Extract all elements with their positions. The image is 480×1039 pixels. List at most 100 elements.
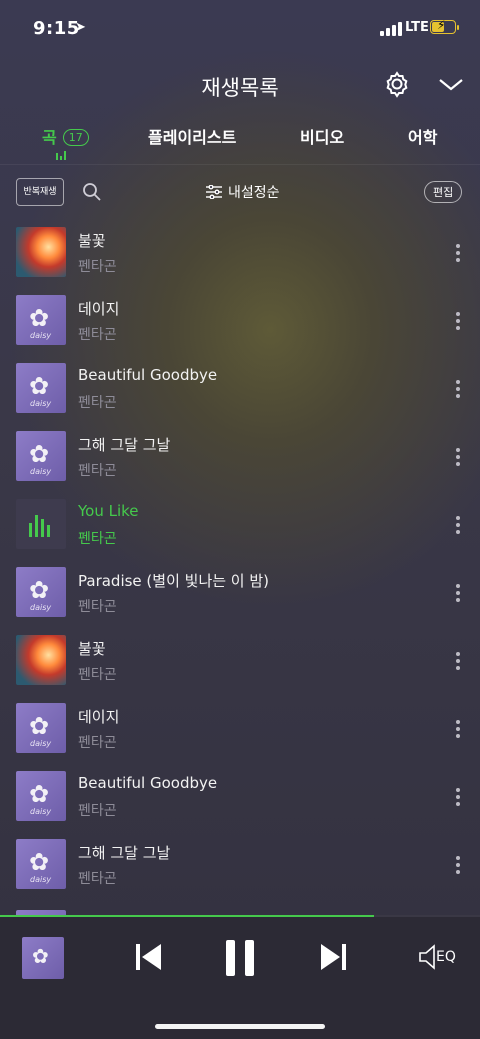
daisy-icon: ✿	[29, 712, 50, 740]
progress-bar[interactable]	[0, 915, 375, 917]
song-title: You Like	[78, 502, 139, 520]
tab-videos[interactable]: 비디오	[300, 124, 344, 148]
album-art: ✿ daisy	[16, 703, 66, 753]
song-artist: 펜타곤	[78, 735, 117, 751]
song-artist: 펜타곤	[78, 803, 117, 819]
sliders-icon	[206, 185, 222, 199]
more-options-icon[interactable]	[456, 720, 460, 738]
song-artist: 펜타곤	[78, 395, 117, 411]
song-title: Beautiful Goodbye	[78, 366, 218, 384]
more-options-icon[interactable]	[456, 584, 460, 602]
song-count-badge: 17	[62, 129, 89, 146]
sort-label: 내설정순	[228, 185, 280, 201]
song-artist: 펜타곤	[78, 667, 117, 683]
more-options-icon[interactable]	[456, 856, 460, 874]
album-signature: daisy	[30, 807, 52, 816]
cellular-signal-icon	[380, 22, 402, 36]
edit-button[interactable]: 편집	[424, 181, 463, 203]
tab-songs[interactable]: 곡 17	[42, 124, 89, 148]
battery-cap	[457, 25, 459, 30]
album-signature: daisy	[30, 739, 52, 748]
song-title: 그해 그달 그날	[78, 436, 171, 454]
daisy-icon: ✿	[29, 372, 50, 400]
now-playing-icon	[29, 511, 53, 537]
more-options-icon[interactable]	[456, 312, 460, 330]
album-signature: daisy	[30, 467, 52, 476]
more-options-icon[interactable]	[456, 448, 460, 466]
list-item[interactable]: ✿ daisy Beautiful Goodbye 펜타곤	[0, 358, 480, 426]
more-options-icon[interactable]	[456, 652, 460, 670]
song-title: 불꽃	[78, 232, 106, 250]
album-art: ✿ daisy	[16, 839, 66, 889]
song-title: Beautiful Goodbye	[78, 774, 218, 792]
song-title: Paradise (별이 빛나는 이 밤)	[78, 572, 270, 590]
album-art	[16, 227, 66, 277]
tab-label: 곡	[42, 128, 57, 147]
header: 재생목록	[0, 60, 480, 110]
list-item-partial[interactable]	[0, 902, 480, 915]
more-options-icon[interactable]	[456, 516, 460, 534]
song-artist: 펜타곤	[78, 463, 117, 479]
song-title: 불꽃	[78, 640, 106, 658]
album-signature: daisy	[30, 875, 52, 884]
album-art: ✿ daisy	[16, 363, 66, 413]
tab-bar: 곡 17 플레이리스트 비디오 어학	[0, 118, 480, 165]
location-arrow-icon: ➤	[75, 20, 86, 35]
song-artist: 펜타곤	[78, 871, 117, 887]
eq-button[interactable]: EQ	[418, 943, 460, 971]
daisy-icon: ✿	[29, 576, 50, 604]
list-item-now-playing[interactable]: You Like 펜타곤	[0, 494, 480, 562]
eq-label: EQ	[436, 949, 456, 965]
status-bar: 9:15 ➤ LTE ⚡	[0, 0, 480, 56]
more-options-icon[interactable]	[456, 788, 460, 806]
list-item[interactable]: ✿ daisy 그해 그달 그날 펜타곤	[0, 426, 480, 494]
current-album-art[interactable]: ✿	[22, 937, 64, 979]
previous-track-icon[interactable]	[134, 941, 164, 973]
list-item[interactable]: 불꽃 펜타곤	[0, 630, 480, 698]
list-item[interactable]: ✿ daisy 그해 그달 그날 펜타곤	[0, 834, 480, 902]
song-artist: 펜타곤	[78, 531, 117, 547]
network-type: LTE	[405, 20, 429, 35]
list-toolbar: 반복재생 내설정순 편집	[0, 176, 480, 210]
tab-language[interactable]: 어학	[408, 124, 437, 148]
album-art: ✿ daisy	[16, 295, 66, 345]
song-title: 그해 그달 그날	[78, 844, 171, 862]
home-indicator[interactable]	[155, 1024, 325, 1029]
album-art: ✿ daisy	[16, 771, 66, 821]
daisy-icon: ✿	[29, 848, 50, 876]
battery-icon: ⚡	[430, 18, 456, 34]
album-art: ✿ daisy	[16, 567, 66, 617]
pause-icon[interactable]	[224, 939, 256, 977]
list-item[interactable]: ✿ daisy Paradise (별이 빛나는 이 밤) 펜타곤	[0, 562, 480, 630]
sort-button[interactable]: 내설정순	[206, 182, 280, 202]
more-options-icon[interactable]	[456, 380, 460, 398]
repeat-button[interactable]: 반복재생	[16, 178, 64, 206]
daisy-icon: ✿	[29, 304, 50, 332]
speaker-icon	[419, 944, 435, 970]
list-item[interactable]: ✿ daisy 데이지 펜타곤	[0, 698, 480, 766]
active-tab-indicator-icon	[56, 150, 70, 160]
album-signature: daisy	[30, 603, 52, 612]
song-title: 데이지	[78, 300, 120, 318]
list-item[interactable]: ✿ daisy 데이지 펜타곤	[0, 290, 480, 358]
gear-icon[interactable]	[383, 70, 411, 98]
search-icon[interactable]	[82, 182, 102, 202]
album-art: ✿ daisy	[16, 431, 66, 481]
album-art	[16, 499, 66, 549]
clock: 9:15	[33, 18, 80, 39]
daisy-icon: ✿	[29, 440, 50, 468]
chevron-down-icon[interactable]	[437, 74, 465, 94]
next-track-icon[interactable]	[318, 941, 348, 973]
song-artist: 펜타곤	[78, 327, 117, 343]
list-item[interactable]: 불꽃 펜타곤	[0, 222, 480, 290]
song-title: 데이지	[78, 708, 120, 726]
song-artist: 펜타곤	[78, 259, 117, 275]
more-options-icon[interactable]	[456, 244, 460, 262]
mini-player: ✿ EQ	[0, 915, 480, 1039]
daisy-icon: ✿	[29, 780, 50, 808]
list-item[interactable]: ✿ daisy Beautiful Goodbye 펜타곤	[0, 766, 480, 834]
album-art	[16, 635, 66, 685]
album-signature: daisy	[30, 399, 52, 408]
tab-playlists[interactable]: 플레이리스트	[148, 124, 236, 148]
daisy-icon: ✿	[32, 944, 49, 968]
